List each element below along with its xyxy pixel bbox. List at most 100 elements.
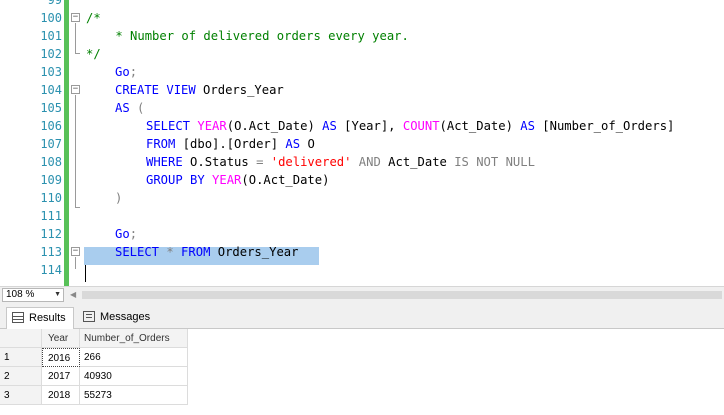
function: YEAR	[204, 173, 242, 187]
line-number: 108	[40, 155, 62, 169]
editor-status-bar: 108 % ▼ ◀	[0, 286, 724, 303]
grid-cell-year[interactable]: 2017	[42, 367, 80, 386]
operator: IS NOT NULL	[454, 155, 535, 169]
code-line: )	[115, 191, 123, 205]
line-number: 107	[40, 137, 62, 151]
outline-end	[75, 53, 80, 54]
code-line: * Number of delivered orders every year.	[86, 29, 409, 43]
operator: *	[159, 245, 174, 259]
query-editor[interactable]: 99 100 101 102 103 104 105 106 107 108 1…	[0, 0, 724, 286]
identifier: (Act_Date)	[439, 119, 521, 133]
identifier: [dbo].[Order]	[175, 137, 286, 151]
keyword: AS	[322, 119, 337, 133]
results-pane: Results Messages Year Number_of_Orders 1…	[0, 303, 724, 415]
function: COUNT	[402, 119, 440, 133]
code-line: CREATE VIEW Orders_Year	[115, 81, 284, 99]
line-number: 99	[47, 0, 62, 7]
outline-end	[75, 207, 80, 208]
scroll-left-icon[interactable]: ◀	[70, 290, 76, 299]
grid-corner	[0, 329, 42, 348]
punct: ;	[129, 65, 138, 79]
code-line: SELECT YEAR(O.Act_Date) AS [Year], COUNT…	[146, 117, 674, 135]
chevron-down-icon: ▼	[54, 291, 61, 298]
keyword: FROM	[146, 137, 176, 151]
keyword: AS	[520, 119, 535, 133]
line-number-gutter: 99 100 101 102 103 104 105 106 107 108 1…	[0, 0, 64, 286]
tab-results-label: Results	[29, 312, 66, 324]
keyword: FROM	[173, 245, 211, 259]
keyword: Go	[115, 65, 130, 79]
line-number: 113	[40, 245, 62, 259]
line-number: 109	[40, 173, 62, 187]
keyword: Go	[115, 227, 130, 241]
code-line: Go;	[115, 63, 137, 81]
code-line: */	[86, 47, 101, 61]
code-line: WHERE O.Status = 'delivered' AND Act_Dat…	[146, 153, 535, 171]
row-header[interactable]: 2	[0, 367, 42, 386]
line-number: 102	[40, 47, 62, 61]
identifier: [Number_of_Orders]	[534, 119, 675, 133]
code-line: AS (	[115, 99, 144, 117]
text-caret	[85, 265, 86, 282]
line-number: 104	[40, 83, 62, 97]
outline-line	[75, 23, 76, 53]
code-line: GROUP BY YEAR(O.Act_Date)	[146, 171, 329, 189]
row-header[interactable]: 1	[0, 348, 42, 367]
tab-results[interactable]: Results	[6, 307, 74, 329]
grid-cell-orders[interactable]: 266	[80, 348, 188, 367]
line-number: 106	[40, 119, 62, 133]
keyword: WHERE	[146, 155, 183, 169]
identifier: Orders_Year	[195, 83, 284, 97]
tab-messages[interactable]: Messages	[78, 307, 158, 329]
code-line: FROM [dbo].[Order] AS O	[146, 135, 315, 153]
operator: AND	[351, 155, 381, 169]
messages-icon	[83, 311, 95, 322]
identifier: (O.Act_Date)	[226, 119, 323, 133]
line-number: 111	[40, 209, 62, 223]
code-line: Go;	[115, 225, 137, 243]
identifier: Act_Date	[380, 155, 455, 169]
identifier: O	[300, 137, 315, 151]
tab-messages-label: Messages	[100, 311, 151, 323]
code-line: /*	[86, 11, 101, 25]
punct: ;	[129, 227, 138, 241]
zoom-value: 108 %	[6, 289, 35, 300]
line-number: 105	[40, 101, 62, 115]
keyword: AS	[285, 137, 301, 151]
collapse-comment-icon[interactable]: −	[71, 13, 80, 22]
identifier: Orders_Year	[210, 245, 299, 259]
line-number: 100	[40, 11, 62, 25]
function: YEAR	[197, 119, 227, 133]
row-header[interactable]: 3	[0, 386, 42, 405]
line-number: 110	[40, 191, 62, 205]
identifier: (O.Act_Date)	[241, 173, 330, 187]
horizontal-scrollbar[interactable]	[82, 291, 722, 299]
grid-cell-year[interactable]: 2018	[42, 386, 80, 405]
line-number: 103	[40, 65, 62, 79]
collapse-view-icon[interactable]: −	[71, 85, 80, 94]
keyword: CREATE VIEW	[115, 83, 196, 97]
keyword: SELECT	[115, 245, 160, 259]
outline-line	[75, 95, 76, 207]
identifier: O.Status	[182, 155, 257, 169]
column-header-year[interactable]: Year	[42, 329, 80, 348]
zoom-dropdown[interactable]: 108 % ▼	[2, 288, 64, 302]
keyword: AS	[115, 101, 130, 115]
line-number: 112	[40, 227, 62, 241]
grid-cell-orders[interactable]: 40930	[80, 367, 188, 386]
outline-line	[75, 257, 76, 269]
grid-icon	[12, 312, 24, 323]
code-line: SELECT * FROM Orders_Year	[115, 243, 298, 261]
line-number: 114	[40, 263, 62, 277]
line-number: 101	[40, 29, 62, 43]
punct: (	[129, 101, 145, 115]
grid-cell-year[interactable]: 2016	[42, 348, 80, 367]
keyword: GROUP BY	[146, 173, 205, 187]
change-tracking-bar	[64, 0, 69, 286]
column-header-number-of-orders[interactable]: Number_of_Orders	[80, 329, 188, 348]
identifier: [Year],	[336, 119, 403, 133]
results-tab-bar: Results Messages	[0, 303, 724, 329]
collapse-select-icon[interactable]: −	[71, 247, 80, 256]
grid-cell-orders[interactable]: 55273	[80, 386, 188, 405]
keyword: SELECT	[146, 119, 191, 133]
